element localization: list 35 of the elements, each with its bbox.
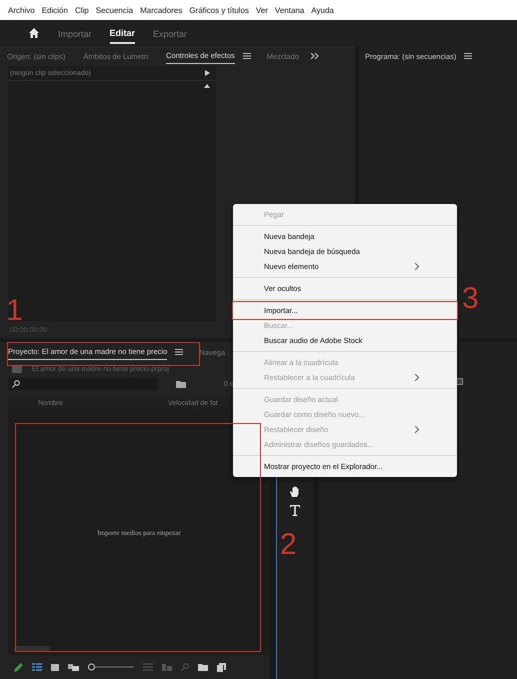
scrollbar[interactable] [14, 646, 50, 651]
folder-icon[interactable] [198, 663, 208, 671]
scroll-up-icon[interactable] [204, 84, 210, 88]
menu-item[interactable]: Archivo [8, 6, 35, 14]
new-item-icon[interactable] [217, 662, 226, 672]
overflow-icon[interactable] [310, 53, 319, 59]
freeform-view-icon[interactable] [68, 664, 79, 670]
home-icon[interactable] [28, 27, 40, 39]
menu-item[interactable]: Clip [74, 6, 89, 14]
menu-item[interactable]: Ventana [274, 6, 304, 14]
annotation-number: 1 [6, 296, 23, 326]
workspace-tab[interactable]: Exportar [153, 23, 188, 43]
list-view-icon[interactable] [32, 663, 42, 671]
menu-item[interactable]: Gráficos y títulos [189, 6, 249, 14]
menu-icon[interactable] [242, 53, 251, 59]
zoom-slider[interactable] [88, 663, 134, 671]
pencil-icon[interactable] [14, 662, 23, 672]
annotation-number: 2 [280, 530, 297, 560]
menu-item[interactable]: Edición [42, 6, 68, 14]
search-field[interactable] [8, 378, 158, 390]
play-icon[interactable] [205, 70, 210, 76]
type-tool-icon[interactable] [290, 505, 300, 516]
workspace-tab[interactable]: Importar [58, 23, 92, 43]
menu-item[interactable]: Secuencia [96, 6, 134, 14]
menu-icon[interactable] [464, 53, 472, 59]
icon-view-icon[interactable] [51, 664, 59, 670]
new-bin-icon[interactable] [176, 380, 186, 388]
workspace-tab[interactable]: Editar [110, 22, 136, 44]
hand-icon[interactable] [290, 486, 300, 497]
search-icon [12, 380, 20, 388]
menu-item[interactable]: Ayuda [311, 6, 334, 14]
menu-item[interactable]: Ver [256, 6, 268, 14]
menu-icon[interactable] [175, 349, 184, 355]
menu-item[interactable]: Marcadores [140, 6, 182, 14]
annotation-number: 3 [462, 284, 479, 314]
